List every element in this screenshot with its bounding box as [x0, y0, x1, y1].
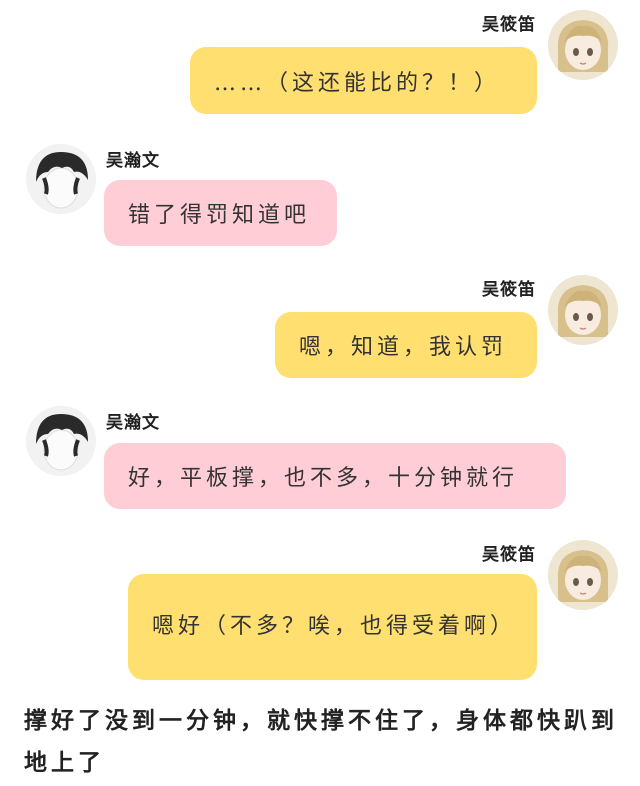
message-text: 好，平板撑，也不多，十分钟就行 [128, 466, 519, 491]
chat-bubble: 嗯，知道，我认罚 [275, 312, 537, 378]
chat-bubble: ……（这还能比的？！） [190, 47, 537, 114]
girl-avatar-icon[interactable] [548, 540, 618, 610]
narration-text: 撑好了没到一分钟，就快撑不住了，身体都快趴到地上了 [24, 707, 618, 776]
message-text: ……（这还能比的？！） [214, 70, 501, 96]
boy-avatar-icon[interactable] [26, 144, 96, 214]
girl-avatar-icon[interactable] [548, 275, 618, 345]
message-text: 嗯好（不多？唉，也得受着啊） [152, 614, 517, 639]
chat-bubble: 嗯好（不多？唉，也得受着啊） [128, 574, 537, 680]
boy-avatar-icon[interactable] [26, 406, 96, 476]
sender-name: 吴筱笛 [482, 545, 536, 565]
sender-name: 吴瀚文 [106, 151, 160, 171]
sender-name: 吴瀚文 [106, 413, 160, 433]
message-text: 嗯，知道，我认罚 [299, 335, 508, 360]
chat-bubble: 好，平板撑，也不多，十分钟就行 [104, 443, 566, 509]
girl-avatar-icon[interactable] [548, 10, 618, 80]
chat-bubble: 错了得罚知道吧 [104, 180, 337, 246]
sender-name: 吴筱笛 [482, 15, 536, 35]
sender-name: 吴筱笛 [482, 280, 536, 300]
message-text: 错了得罚知道吧 [128, 203, 311, 228]
